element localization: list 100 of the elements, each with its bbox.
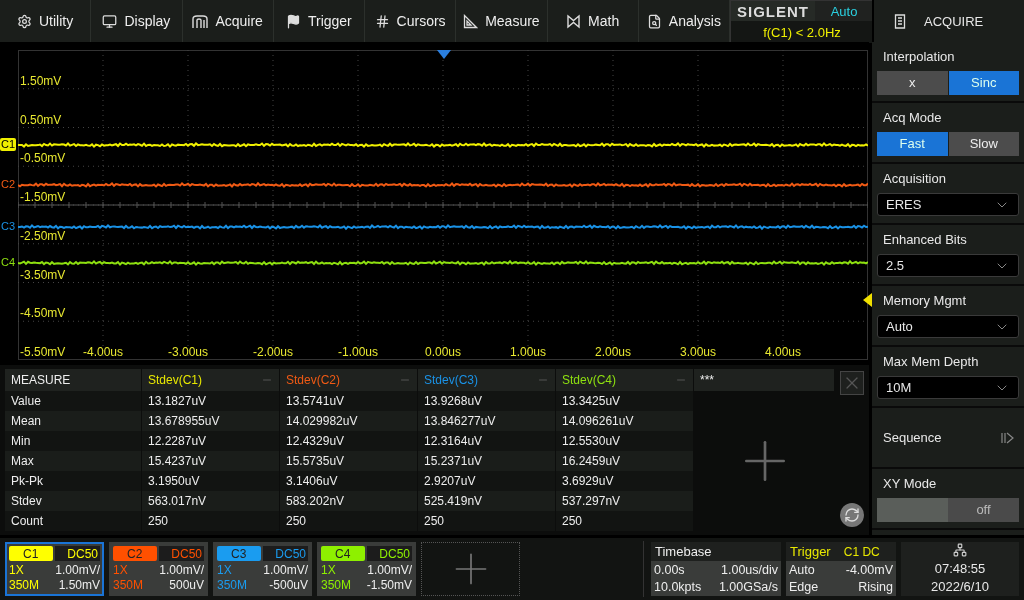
- offset-value: -500uV: [268, 577, 308, 593]
- option-button[interactable]: Fast: [877, 131, 948, 156]
- table-cell: 3.6929uV: [556, 471, 694, 491]
- channel-marker[interactable]: C2: [0, 178, 17, 191]
- clock-date: 2022/6/10: [931, 579, 989, 594]
- trigger-mode: Auto: [789, 561, 816, 579]
- search-document-icon: [646, 13, 662, 29]
- voltage-label: -2.50mV: [20, 228, 66, 243]
- setting-label: Interpolation: [882, 48, 956, 64]
- voltage-label: 1.50mV: [20, 73, 62, 88]
- timebase-panel[interactable]: Timebase 0.00s 1.00us/div 10.0kpts 1.00GSa/s: [651, 542, 781, 596]
- voltage-label: -0.50mV: [20, 151, 66, 166]
- trigger-panel[interactable]: Trigger C1 DC Auto -4.00mV Edge Rising: [786, 542, 896, 596]
- table-cell: 250: [556, 511, 694, 531]
- timebase-scale: 1.00us/div: [720, 561, 778, 579]
- table-cell: 13.846277uV: [418, 411, 556, 431]
- panel-title: Timebase: [651, 542, 781, 561]
- trigger-level: -4.00mV: [845, 561, 893, 579]
- table-cell: 15.2371uV: [418, 451, 556, 471]
- table-cell: 12.2287uV: [142, 431, 280, 451]
- bandwidth-label: 350M: [113, 577, 145, 593]
- submenu-arrow-icon[interactable]: [1000, 430, 1014, 445]
- table-cell: 13.678955uV: [142, 411, 280, 431]
- table-cell: 13.9268uV: [418, 391, 556, 411]
- bandwidth-label: 350M: [9, 577, 41, 593]
- reset-button[interactable]: [840, 503, 864, 527]
- table-cell: 250: [418, 511, 556, 531]
- row-label: Count: [5, 511, 142, 531]
- time-label: -2.00us: [253, 345, 293, 359]
- channel-name: C1: [9, 546, 53, 562]
- table-cell: 2.9207uV: [418, 471, 556, 491]
- trigger-status: Auto: [815, 1, 873, 21]
- time-label: -4.00us: [83, 345, 123, 359]
- row-label: Max: [5, 451, 142, 471]
- channel-name: C3: [217, 546, 261, 562]
- channel-card[interactable]: C3 DC50 1X 1.00mV/ 350M -500uV: [213, 542, 312, 596]
- bowtie-icon: [566, 13, 582, 29]
- table-cell: 13.5741uV: [280, 391, 418, 411]
- probe-ratio: 1X: [321, 562, 337, 578]
- table-cell: 563.017nV: [142, 491, 280, 511]
- channel-card[interactable]: C2 DC50 1X 1.00mV/ 350M 500uV: [109, 542, 208, 596]
- table-cell: 12.5530uV: [556, 431, 694, 451]
- column-header[interactable]: Stdev(C4): [556, 369, 694, 391]
- vertical-scale: 1.00mV/: [54, 562, 100, 578]
- table-cell: 250: [142, 511, 280, 531]
- panel-title: Trigger: [786, 542, 843, 561]
- row-label: Pk-Pk: [5, 471, 142, 491]
- vertical-scale: 1.00mV/: [366, 562, 412, 578]
- column-header[interactable]: Stdev(C1): [142, 369, 280, 391]
- time-label: 2.00us: [595, 345, 631, 359]
- dropdown[interactable]: 10M: [877, 376, 1019, 399]
- dropdown[interactable]: ERES: [877, 193, 1019, 216]
- setting-label: Memory Mgmt: [882, 293, 968, 308]
- channel-card[interactable]: C1 DC50 1X 1.00mV/ 350M 1.50mV: [5, 542, 104, 596]
- column-header[interactable]: Stdev(C2): [280, 369, 418, 391]
- clock-time: 07:48:55: [934, 560, 986, 576]
- menu-panel-icon: [894, 13, 906, 29]
- trigger-slope: Rising: [857, 579, 893, 596]
- setting-label: XY Mode: [882, 475, 938, 491]
- option-button[interactable]: Sinc: [948, 70, 1019, 95]
- time-label: 0.00us: [425, 345, 461, 359]
- bandwidth-label: 350M: [321, 577, 353, 593]
- channel-marker[interactable]: C1: [0, 138, 17, 151]
- delay-value: 0.00s: [654, 561, 686, 579]
- dropdown[interactable]: Auto: [877, 315, 1019, 338]
- add-channel-button[interactable]: [421, 542, 520, 596]
- setting-label: Acquisition: [882, 171, 947, 186]
- table-cell: 15.5735uV: [280, 451, 418, 471]
- setting-label[interactable]: Sequence: [883, 430, 942, 445]
- column-header[interactable]: Stdev(C3): [418, 369, 556, 391]
- option-button[interactable]: x: [877, 70, 948, 95]
- sample-rate: 1.00GSa/s: [718, 579, 778, 596]
- triangle-ruler-icon: [463, 13, 479, 29]
- vertical-scale: 1.00mV/: [158, 562, 204, 578]
- option-button[interactable]: Slow: [948, 131, 1019, 156]
- close-button[interactable]: [840, 371, 864, 395]
- channel-marker[interactable]: C4: [0, 256, 17, 269]
- setting-label: Enhanced Bits: [882, 232, 968, 247]
- row-label: Min: [5, 431, 142, 451]
- trigger-type: Edge: [789, 579, 820, 596]
- refresh-icon: [844, 507, 860, 523]
- column-header[interactable]: ***: [694, 369, 835, 391]
- probe-ratio: 1X: [9, 562, 25, 578]
- table-cell: 16.2459uV: [556, 451, 694, 471]
- coupling-label: DC50: [262, 546, 308, 562]
- time-label: 1.00us: [510, 345, 546, 359]
- row-label: Stdev: [5, 491, 142, 511]
- setting-label: Max Mem Depth: [882, 354, 980, 369]
- channel-card[interactable]: C4 DC50 1X 1.00mV/ 350M -1.50mV: [317, 542, 416, 596]
- dropdown[interactable]: 2.5: [877, 254, 1019, 277]
- coupling-label: DC50: [158, 546, 204, 562]
- time-label: 4.00us: [765, 345, 801, 359]
- channel-marker[interactable]: C3: [0, 220, 17, 233]
- table-cell: 12.3164uV: [418, 431, 556, 451]
- table-cell: 583.202nV: [280, 491, 418, 511]
- table-cell: 12.4329uV: [280, 431, 418, 451]
- arches-icon: [192, 13, 209, 29]
- voltage-label: -5.50mV: [20, 345, 66, 359]
- probe-ratio: 1X: [217, 562, 233, 578]
- channel-name: C2: [113, 546, 157, 562]
